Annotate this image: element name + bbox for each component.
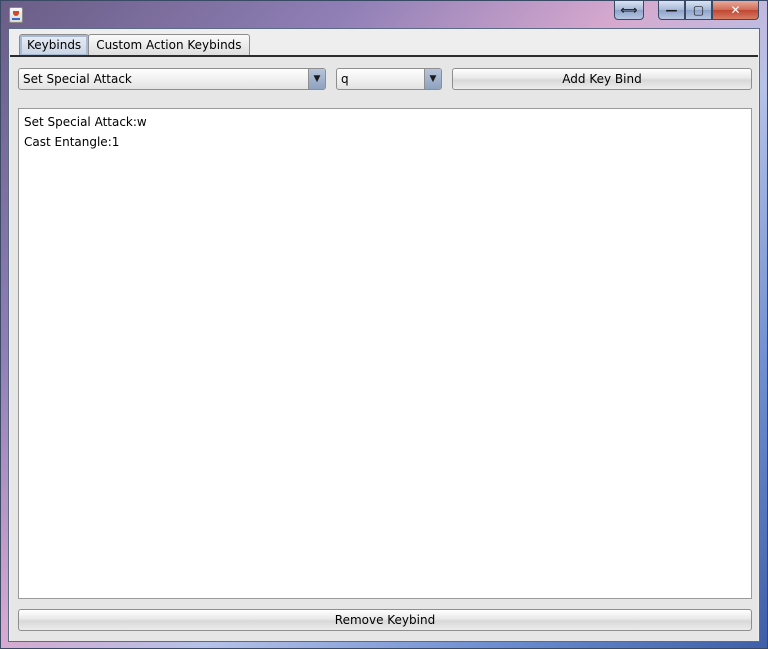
key-select-value: q xyxy=(341,72,349,86)
chevron-down-icon[interactable]: ▼ xyxy=(424,69,441,89)
client-area: Keybinds Custom Action Keybinds Set Spec… xyxy=(8,28,760,642)
key-select[interactable]: q ▼ xyxy=(336,68,442,90)
tab-custom-action-keybinds[interactable]: Custom Action Keybinds xyxy=(88,34,250,56)
resize-icon[interactable]: ⟺ xyxy=(614,1,644,20)
tab-strip: Keybinds Custom Action Keybinds xyxy=(19,34,250,56)
application-window: ⟺ — ▢ ✕ Keybinds Custom Action Keybinds … xyxy=(0,0,768,649)
action-select[interactable]: Set Special Attack ▼ xyxy=(18,68,326,90)
list-item[interactable]: Cast Entangle:1 xyxy=(24,132,751,152)
java-app-icon xyxy=(9,7,23,23)
list-item[interactable]: Set Special Attack:w xyxy=(24,112,751,132)
add-key-bind-button[interactable]: Add Key Bind xyxy=(452,68,752,90)
tab-keybinds[interactable]: Keybinds xyxy=(19,34,90,56)
keybinds-panel: Set Special Attack ▼ q ▼ Add Key Bind Se… xyxy=(10,57,758,641)
keybind-list[interactable]: Set Special Attack:w Cast Entangle:1 xyxy=(18,108,752,599)
title-bar[interactable]: ⟺ — ▢ ✕ xyxy=(1,1,767,28)
maximize-button[interactable]: ▢ xyxy=(685,1,712,20)
action-select-value: Set Special Attack xyxy=(23,72,132,86)
minimize-button[interactable]: — xyxy=(658,1,685,20)
close-button[interactable]: ✕ xyxy=(712,1,759,20)
remove-keybind-button[interactable]: Remove Keybind xyxy=(18,609,752,631)
chevron-down-icon[interactable]: ▼ xyxy=(308,69,325,89)
